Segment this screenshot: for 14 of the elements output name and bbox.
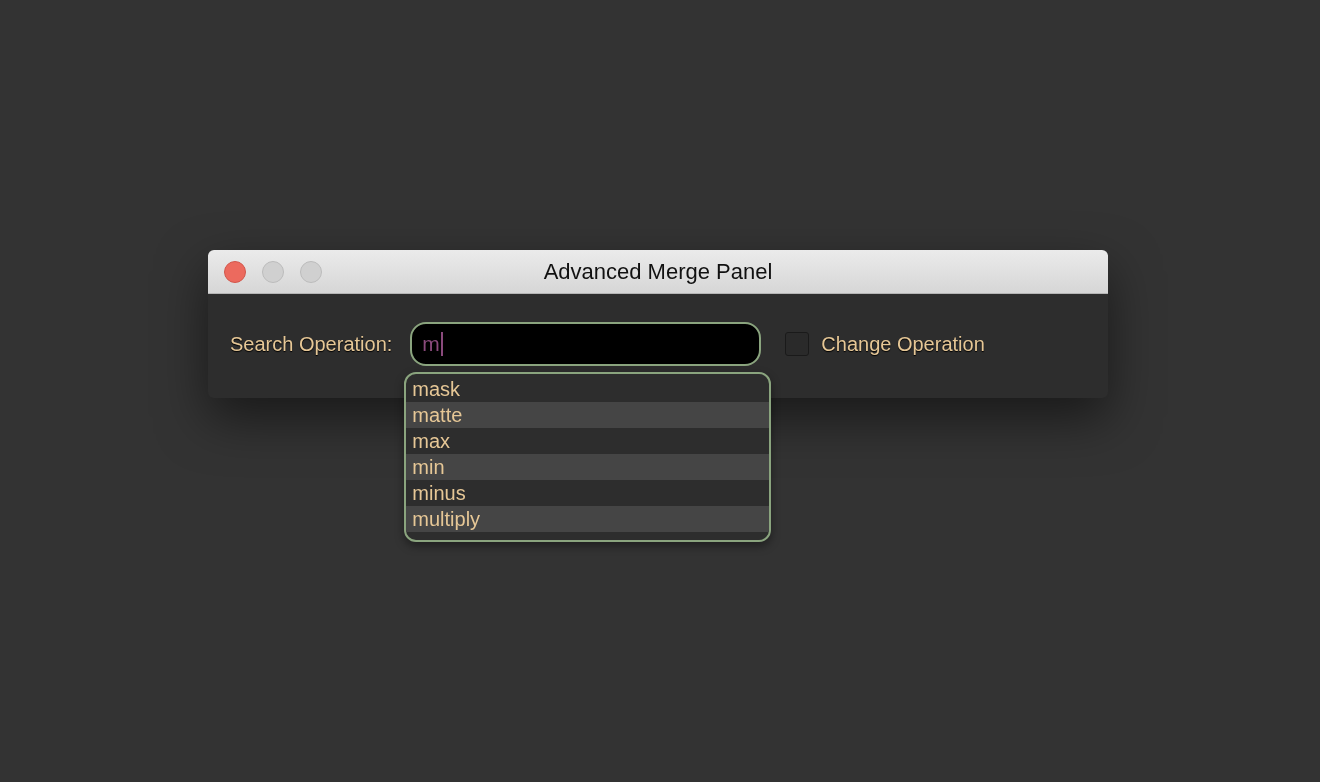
suggestion-item[interactable]: mask: [406, 376, 770, 402]
suggestion-item[interactable]: matte: [406, 402, 770, 428]
suggestion-item[interactable]: minus: [406, 480, 770, 506]
search-field[interactable]: m: [410, 322, 762, 366]
checkbox-label: Change Operation: [821, 332, 985, 356]
close-button[interactable]: [224, 260, 246, 283]
text-cursor: [440, 332, 443, 356]
window-title: Advanced Merge Panel: [543, 258, 773, 285]
search-label: Search Operation:: [230, 332, 393, 356]
zoom-button[interactable]: [300, 260, 322, 283]
suggestion-item[interactable]: max: [406, 428, 770, 454]
suggestion-item[interactable]: min: [406, 454, 770, 480]
minimize-button[interactable]: [262, 260, 284, 283]
suggestion-item[interactable]: multiply: [406, 506, 770, 532]
